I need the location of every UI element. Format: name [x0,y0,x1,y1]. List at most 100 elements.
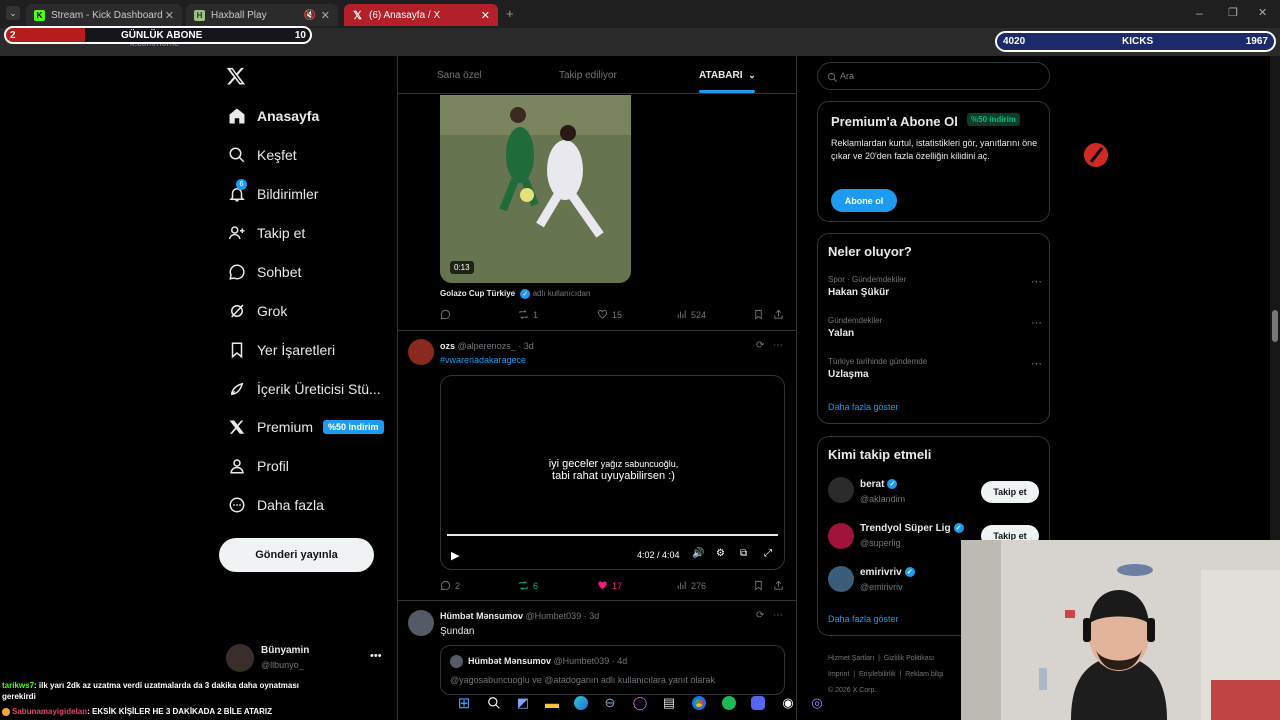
repost-button[interactable]: 6 [518,580,538,591]
nav-item-profile[interactable]: Profil [226,453,289,479]
share-button[interactable] [773,309,788,320]
close-tab-icon[interactable]: ✕ [481,9,490,22]
minimize-icon[interactable]: – [1196,6,1203,20]
tab-x-home[interactable]: 𝕏 (6) Anasayfa / X ✕ [344,4,498,26]
store-icon[interactable]: ▤ [660,694,678,712]
like-button[interactable]: 15 [597,309,622,320]
close-tab-icon[interactable]: ✕ [165,9,174,22]
more-dots-icon[interactable]: ⋯ [1031,275,1043,288]
footer-link[interactable]: Reklam bilgi [905,671,943,678]
avatar[interactable] [408,339,434,365]
picture-in-picture-icon[interactable]: ⧉ [740,548,747,559]
show-more-follow-link[interactable]: Daha fazla göster [828,614,899,624]
attribution-name[interactable]: Golazo Cup Türkiye [440,289,515,298]
tab-list-chevron-icon[interactable]: ⌄ [6,6,20,20]
tab-haxball[interactable]: H Haxball Play 🔇 ✕ [186,4,338,26]
like-button[interactable]: 17 [597,580,622,591]
x-logo-icon[interactable] [226,66,248,88]
grok-icon[interactable]: ⟳ [756,610,764,621]
footer-link[interactable]: Gizlilik Politikası [884,655,934,662]
more-dots-icon[interactable]: ••• [370,650,382,662]
nav-item-more[interactable]: Daha fazla [226,492,324,518]
views-button[interactable]: 276 [676,580,706,591]
reply-button[interactable] [440,309,455,320]
nav-item-creator-studio[interactable]: İçerik Üreticisi Stü... [226,376,381,402]
widgets-icon[interactable]: ◩ [514,694,532,712]
bookmark-button[interactable] [753,309,768,320]
play-icon[interactable]: ▶ [451,549,459,562]
hashtag-link[interactable]: #vwarenadakaragece [440,355,526,365]
more-dots-icon[interactable]: ⋯ [773,340,783,351]
new-tab-icon[interactable]: + [506,6,514,21]
muted-speaker-icon[interactable]: 🔇 [304,10,316,21]
nav-item-explore[interactable]: Keşfet [226,142,297,168]
app-circle-icon[interactable]: ◯ [631,694,649,712]
nav-item-premium[interactable]: Premium %50 indirim [226,414,384,440]
trend-item[interactable]: Spor · Gündemdekiler Hakan Şükür ⋯ [828,275,1043,298]
avatar[interactable] [408,610,434,636]
more-dots-icon[interactable]: ⋯ [1031,316,1043,329]
account-switcher[interactable]: Bünyamin @llbunyo_ ••• [224,640,390,674]
follow-button[interactable]: Takip et [981,481,1039,503]
show-more-trends-link[interactable]: Daha fazla göster [828,402,899,412]
search-placeholder[interactable]: Ara [840,71,854,81]
footer-link[interactable]: Imprint [828,671,849,678]
grok-icon[interactable]: ⟳ [756,340,764,351]
file-explorer-icon[interactable]: ▬ [543,694,561,712]
post-video-player[interactable]: iyi geceler yağız sabuncuoğlu, tabi raha… [440,375,785,570]
quoted-post[interactable]: Hümbət Mənsumov @Humbet039 · 4d @yagosab… [440,645,785,695]
views-button[interactable]: 524 [676,309,706,320]
search-box[interactable]: Ara [817,62,1050,90]
post-age[interactable]: 3d [524,341,534,351]
close-window-icon[interactable]: ✕ [1258,6,1267,19]
footer-link[interactable]: Hizmet Şartları [828,655,874,662]
restore-icon[interactable]: ❐ [1228,6,1238,19]
post-age[interactable]: 3d [589,611,599,621]
footer-link[interactable]: Erişilebilirlik [859,671,896,678]
suggested-account-name[interactable]: emirivriv ✓ [860,567,915,578]
trend-item[interactable]: Gündemdekiler Yalan ⋯ [828,316,1043,339]
spotify-icon[interactable] [720,694,738,712]
mail-icon[interactable]: ⊖ [601,694,619,712]
trend-item[interactable]: Türkiye tarihinde gündemde Uzlaşma ⋯ [828,357,1043,380]
discord-icon[interactable] [749,694,767,712]
windows-start-icon[interactable]: ⊞ [455,694,473,712]
nav-item-notifications[interactable]: 6 Bildirimler [226,179,318,207]
suggested-account-name[interactable]: Trendyol Süper Lig ✓ [860,523,964,534]
settings-gear-icon[interactable]: ⚙ [716,548,725,559]
author-name[interactable]: Hümbət Mənsumov [440,611,523,621]
scrollbar-thumb[interactable] [1272,310,1278,342]
nav-item-chat[interactable]: Sohbet [226,259,301,285]
avatar[interactable] [828,566,854,592]
volume-icon[interactable]: 🔊 [692,548,704,559]
post-video-thumbnail[interactable]: 0:13 [440,95,631,283]
share-button[interactable] [773,580,788,591]
avatar[interactable] [828,523,854,549]
author-handle[interactable]: @alperenozs_ [458,341,516,351]
reply-button[interactable]: 2 [440,580,460,591]
fullscreen-icon[interactable]: ⤢ [764,548,772,559]
steam-icon[interactable]: ◉ [779,694,797,712]
obs-icon[interactable]: ◎ [808,694,826,712]
author-name[interactable]: ozs [440,341,455,351]
tab-following[interactable]: Takip ediliyor [559,70,617,81]
avatar[interactable] [828,477,854,503]
close-tab-icon[interactable]: ✕ [321,9,330,22]
tab-for-you[interactable]: Sana özel [437,70,481,81]
tab-kick-dashboard[interactable]: K Stream - Kick Dashboard ✕ [26,4,182,26]
edge-browser-icon[interactable] [572,694,590,712]
suggested-account-name[interactable]: berat ✓ [860,479,898,490]
post-button[interactable]: Gönderi yayınla [219,538,374,572]
bookmark-button[interactable] [753,580,768,591]
more-dots-icon[interactable]: ⋯ [1031,357,1043,370]
more-dots-icon[interactable]: ⋯ [773,610,783,621]
author-handle[interactable]: @Humbet039 [526,611,582,621]
video-progress-bar[interactable] [447,534,778,536]
nav-item-follow[interactable]: Takip et [226,220,305,246]
subscribe-button[interactable]: Abone ol [831,189,897,212]
nav-item-grok[interactable]: Grok [226,298,287,324]
chrome-icon[interactable] [690,694,708,712]
search-icon[interactable] [485,694,503,712]
repost-button[interactable]: 1 [518,309,538,320]
tab-atabari[interactable]: ATABARI ⌄ [699,70,756,81]
